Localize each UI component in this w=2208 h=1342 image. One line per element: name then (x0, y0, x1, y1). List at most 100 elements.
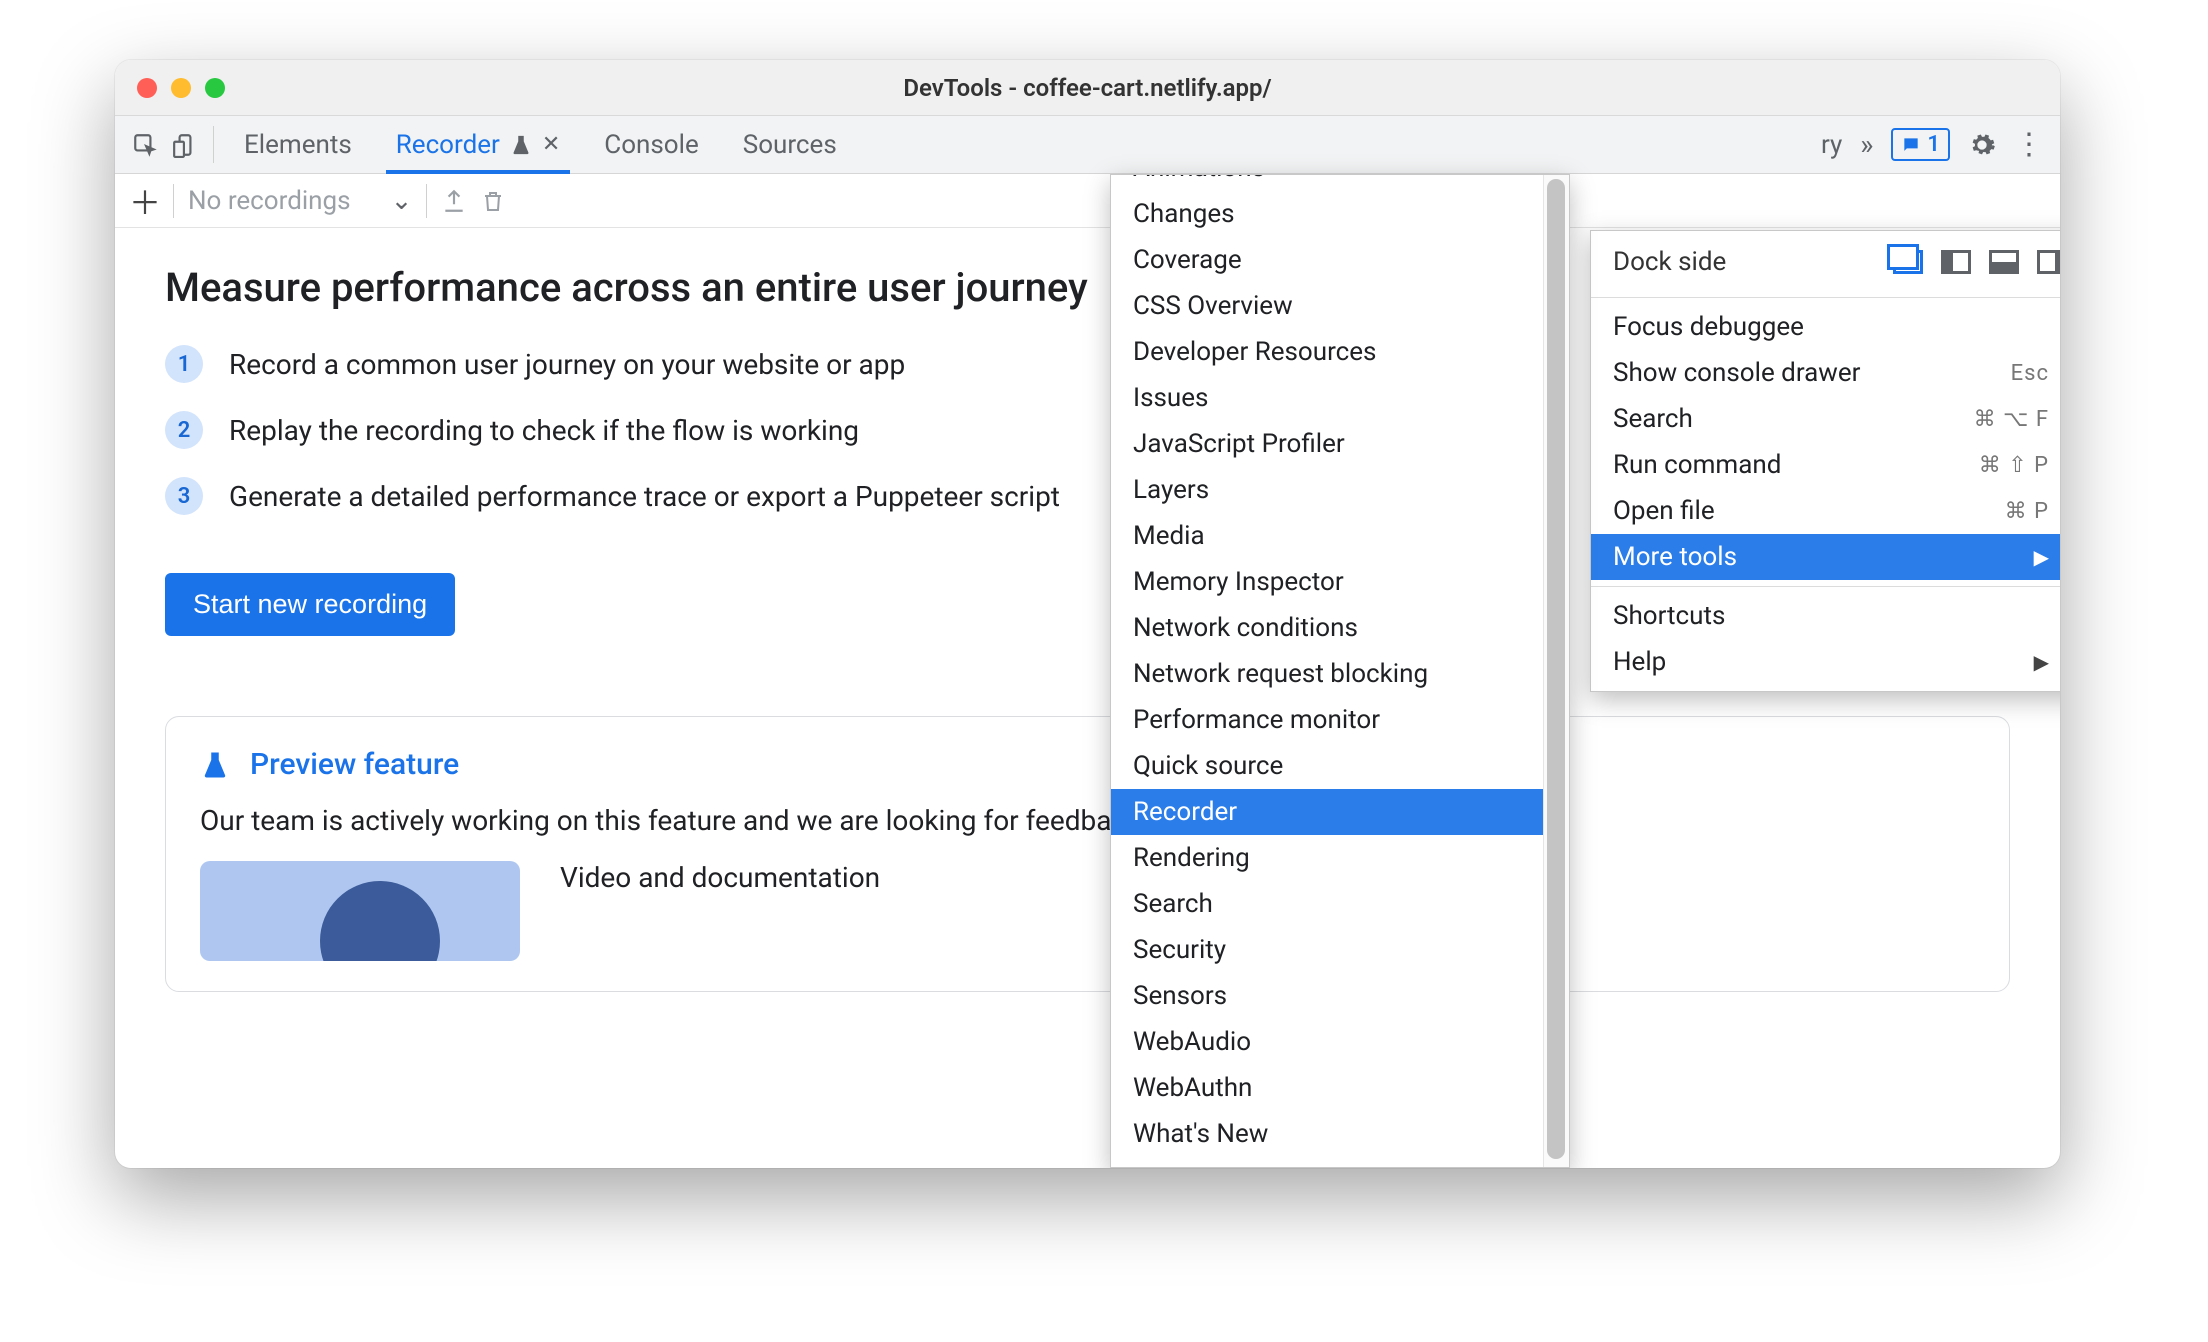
tab-console[interactable]: Console (582, 116, 720, 173)
menu-label: Recorder (1133, 797, 1237, 827)
titlebar: DevTools - coffee-cart.netlify.app/ (115, 60, 2060, 116)
minimize-window-button[interactable] (171, 78, 191, 98)
issues-badge[interactable]: 1 (1891, 128, 1950, 161)
menu-label: Network request blocking (1133, 659, 1428, 689)
preview-description: Our team is actively working on this fea… (200, 804, 1975, 837)
menu-shortcut: ⌘ ⇧ P (1979, 453, 2049, 478)
preview-feature-card: Preview feature Our team is actively wor… (165, 716, 2010, 992)
issues-count: 1 (1927, 132, 1940, 157)
kebab-menu-icon[interactable]: ⋮ (2014, 127, 2042, 162)
more-tools-item[interactable]: Search (1111, 881, 1569, 927)
device-toggle-icon[interactable] (165, 116, 205, 173)
menu-label: Quick source (1133, 751, 1283, 781)
more-tabs-icon[interactable]: » (1860, 128, 1873, 161)
settings-icon[interactable] (1968, 131, 1996, 159)
menu-label: Search (1133, 889, 1213, 919)
close-tab-icon[interactable]: ✕ (542, 132, 560, 157)
more-tools-item[interactable]: Memory Inspector (1111, 559, 1569, 605)
more-tools-item[interactable]: Layers (1111, 467, 1569, 513)
separator (173, 184, 174, 218)
devtools-toolbar: Elements Recorder ✕ Console Sources ry »… (115, 116, 2060, 174)
delete-icon[interactable] (481, 188, 505, 214)
menu-label: JavaScript Profiler (1133, 429, 1345, 459)
recorder-subbar: ＋ No recordings ⌄ (115, 174, 2060, 228)
tab-label: Recorder (396, 130, 500, 160)
more-tools-item[interactable]: Recorder (1111, 789, 1569, 835)
submenu-scrollbar-track (1543, 175, 1569, 1167)
video-thumbnail[interactable] (200, 861, 520, 961)
menu-label: Changes (1133, 199, 1235, 229)
submenu-scrollbar-thumb[interactable] (1547, 179, 1565, 1159)
tab-sources[interactable]: Sources (721, 116, 859, 173)
menu-label: Layers (1133, 475, 1209, 505)
dock-side-label: Dock side (1613, 247, 1726, 277)
menu-shortcuts[interactable]: Shortcuts (1591, 593, 2060, 639)
flask-icon (200, 748, 230, 782)
tab-recorder[interactable]: Recorder ✕ (374, 116, 583, 173)
start-recording-button[interactable]: Start new recording (165, 573, 455, 636)
chevron-down-icon: ⌄ (391, 186, 413, 216)
tab-elements[interactable]: Elements (222, 116, 374, 173)
menu-more-tools[interactable]: More tools▶ (1591, 534, 2060, 580)
toolbar-right: ry » 1 ⋮ (1821, 116, 2060, 173)
more-tools-item[interactable]: Developer Resources (1111, 329, 1569, 375)
menu-label: Coverage (1133, 245, 1242, 275)
step-text: Generate a detailed performance trace or… (229, 480, 1060, 513)
menu-label: WebAuthn (1133, 1073, 1252, 1103)
recordings-dropdown[interactable]: No recordings ⌄ (188, 186, 412, 216)
dock-bottom-icon[interactable] (1989, 250, 2019, 274)
menu-label: Memory Inspector (1133, 567, 1344, 597)
more-tools-item[interactable]: Performance monitor (1111, 697, 1569, 743)
menu-run-command[interactable]: Run command⌘ ⇧ P (1591, 442, 2060, 488)
menu-show-console-drawer[interactable]: Show console drawerEsc (1591, 350, 2060, 396)
menu-separator (1591, 297, 2060, 298)
more-tools-item[interactable]: Changes (1111, 191, 1569, 237)
menu-open-file[interactable]: Open file⌘ P (1591, 488, 2060, 534)
more-tools-item[interactable]: WebAuthn (1111, 1065, 1569, 1111)
submenu-arrow-icon: ▶ (2034, 650, 2049, 674)
menu-focus-debuggee[interactable]: Focus debuggee (1591, 304, 2060, 350)
tab-label: Elements (244, 130, 352, 160)
submenu-arrow-icon: ▶ (2034, 545, 2049, 569)
export-icon[interactable] (441, 188, 467, 214)
more-tools-item[interactable]: What's New (1111, 1111, 1569, 1157)
more-tools-item[interactable]: Network request blocking (1111, 651, 1569, 697)
menu-label: Shortcuts (1613, 601, 1725, 631)
step-number: 1 (165, 345, 203, 383)
menu-label: Media (1133, 521, 1205, 551)
devtools-window: DevTools - coffee-cart.netlify.app/ Elem… (115, 60, 2060, 1168)
step-number: 2 (165, 411, 203, 449)
more-tools-item[interactable]: Quick source (1111, 743, 1569, 789)
tab-overflow-fragment: ry (1821, 130, 1842, 160)
more-tools-item[interactable]: Rendering (1111, 835, 1569, 881)
main-menu: Dock side Focus debuggee Show console dr… (1590, 230, 2060, 692)
more-tools-item[interactable]: Animations (1111, 174, 1569, 191)
menu-label: Animations (1133, 174, 1265, 183)
close-window-button[interactable] (137, 78, 157, 98)
menu-search[interactable]: Search⌘ ⌥ F (1591, 396, 2060, 442)
inspect-element-icon[interactable] (125, 116, 165, 173)
more-tools-item[interactable]: Issues (1111, 375, 1569, 421)
more-tools-item[interactable]: JavaScript Profiler (1111, 421, 1569, 467)
dock-right-icon[interactable] (2037, 250, 2060, 274)
more-tools-item[interactable]: WebAudio (1111, 1019, 1569, 1065)
menu-help[interactable]: Help▶ (1591, 639, 2060, 685)
more-tools-item[interactable]: Network conditions (1111, 605, 1569, 651)
dropdown-placeholder: No recordings (188, 186, 351, 216)
menu-label: WebAudio (1133, 1027, 1251, 1057)
more-tools-item[interactable]: CSS Overview (1111, 283, 1569, 329)
dock-undock-icon[interactable] (1893, 250, 1923, 274)
menu-label: What's New (1133, 1119, 1268, 1149)
menu-label: Sensors (1133, 981, 1227, 1011)
zoom-window-button[interactable] (205, 78, 225, 98)
dock-left-icon[interactable] (1941, 250, 1971, 274)
window-title: DevTools - coffee-cart.netlify.app/ (115, 74, 2060, 102)
more-tools-item[interactable]: Media (1111, 513, 1569, 559)
more-tools-item[interactable]: Security (1111, 927, 1569, 973)
more-tools-item[interactable]: Coverage (1111, 237, 1569, 283)
menu-shortcut: Esc (2011, 361, 2049, 386)
more-tools-item[interactable]: Sensors (1111, 973, 1569, 1019)
menu-label: Issues (1133, 383, 1208, 413)
flask-icon (510, 132, 532, 158)
new-recording-icon[interactable]: ＋ (129, 178, 159, 224)
